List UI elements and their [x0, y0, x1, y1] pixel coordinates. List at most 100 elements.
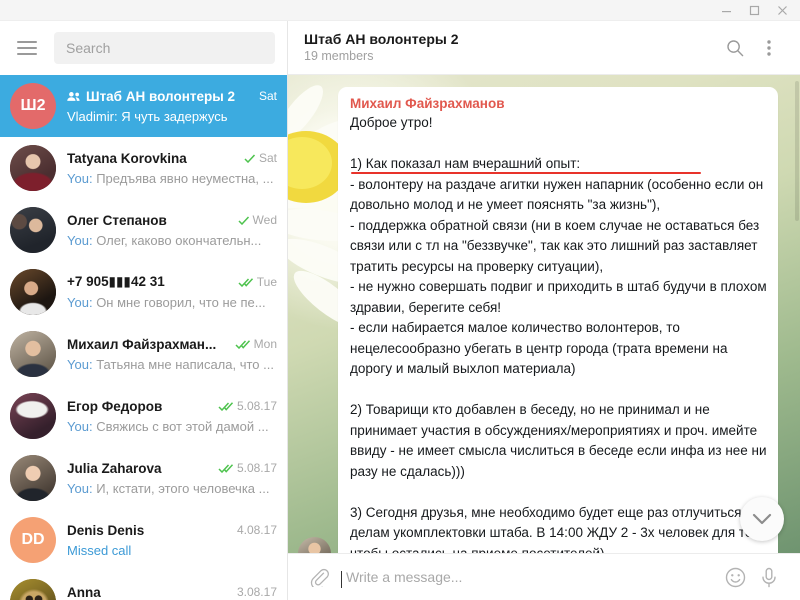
avatar	[10, 393, 56, 439]
text-caret	[341, 571, 342, 588]
chat-time: 3.08.17	[236, 585, 277, 599]
avatar-photo	[10, 579, 56, 600]
chat-time: 4.08.17	[236, 523, 277, 537]
double-check-icon	[218, 463, 234, 473]
avatar	[10, 331, 56, 377]
chat-list-item-mihail-fayzrahmanov[interactable]: Михаил Файзрахман... Mon You: Татьяна мн…	[0, 323, 287, 385]
chat-preview: You: Олег, каково окончательн...	[67, 232, 277, 250]
message-composer: Write a message...	[288, 553, 800, 600]
chat-preview-prefix: You:	[67, 356, 93, 372]
message-area[interactable]: Михаил Файзрахманов Доброе утро! 1) Как …	[288, 75, 800, 553]
chat-time: Tue	[256, 275, 277, 289]
microphone-icon[interactable]	[752, 560, 786, 594]
chat-name: Олег Степанов	[67, 212, 167, 228]
chat-preview-text: Свяжись с вот этой дамой ...	[96, 418, 269, 434]
chat-time: Mon	[253, 337, 277, 351]
double-check-icon	[235, 339, 251, 349]
more-actions-icon[interactable]	[752, 31, 786, 65]
emoji-icon[interactable]	[718, 560, 752, 594]
chat-preview: You: И, кстати, этого человечка ...	[67, 480, 277, 498]
chat-preview: Vladimir: Я чуть задержусь	[67, 108, 277, 126]
chat-preview-prefix: You:	[67, 480, 93, 496]
message-bubble[interactable]: Михаил Файзрахманов Доброе утро! 1) Как …	[338, 87, 778, 553]
chat-name: Штаб АН волонтеры 2	[86, 88, 236, 104]
chat-name: Tatyana Korovkina	[67, 150, 187, 166]
avatar-photo	[10, 331, 56, 377]
chat-time: Wed	[252, 213, 277, 227]
avatar	[10, 269, 56, 315]
double-check-icon	[238, 277, 254, 287]
avatar	[10, 207, 56, 253]
chat-name: Denis Denis	[67, 522, 145, 538]
chat-preview-prefix: You:	[67, 418, 93, 434]
avatar-photo	[10, 269, 56, 315]
chat-preview-text: Предъява явно неуместна, ...	[96, 170, 274, 186]
message-text: Доброе утро! 1) Как показал нам вчерашни…	[350, 115, 767, 553]
chat-name: Anna	[67, 584, 101, 600]
avatar: Ш2	[10, 83, 56, 129]
scroll-to-bottom-button[interactable]	[740, 497, 784, 541]
avatar-photo	[10, 207, 56, 253]
minimize-button[interactable]	[712, 0, 740, 21]
maximize-button[interactable]	[740, 0, 768, 21]
chat-preview-prefix: You:	[67, 170, 93, 186]
chat-name: Михаил Файзрахман...	[67, 336, 217, 352]
avatar-photo	[10, 145, 56, 191]
avatar-initials: DD	[21, 531, 45, 548]
chat-name: Егор Федоров	[67, 398, 163, 414]
chat-list-item-julia-zaharova[interactable]: Julia Zaharova 5.08.17 You: И, кстати, э…	[0, 447, 287, 509]
chat-list-item-denis-denis[interactable]: DD Denis Denis 4.08.17 Missed call	[0, 509, 287, 571]
hamburger-menu-icon[interactable]	[10, 31, 44, 65]
chat-list-item-anna[interactable]: Anna 3.08.17	[0, 571, 287, 600]
message-scrollbar[interactable]	[795, 81, 799, 221]
telegram-desktop-window: Search Ш2 Штаб АН волонтеры 2 Sat Vladim…	[0, 0, 800, 600]
chat-list-item-shtab-an-volontery-2[interactable]: Ш2 Штаб АН волонтеры 2 Sat Vladimir: Я ч…	[0, 75, 287, 137]
single-check-icon	[244, 153, 256, 163]
message-input-placeholder: Write a message...	[346, 569, 463, 585]
chat-preview: You: Татьяна мне написала, что ...	[67, 356, 277, 374]
chat-list-item-egor-fedorov[interactable]: Егор Федоров 5.08.17 You: Свяжись с вот …	[0, 385, 287, 447]
chat-time: Sat	[258, 151, 277, 165]
chat-time: Sat	[258, 89, 277, 103]
sidebar: Search Ш2 Штаб АН волонтеры 2 Sat Vladim…	[0, 21, 288, 600]
group-icon	[67, 91, 81, 102]
chat-name: Julia Zaharova	[67, 460, 162, 476]
chat-preview: You: Он мне говорил, что не пе...	[67, 294, 277, 312]
avatar: DD	[10, 517, 56, 563]
single-check-icon	[238, 215, 250, 225]
chat-list-item-oleg-stepanov[interactable]: Олег Степанов Wed You: Олег, каково окон…	[0, 199, 287, 261]
avatar	[10, 455, 56, 501]
chat-preview-text: Он мне говорил, что не пе...	[96, 294, 266, 310]
chat-preview-prefix: Vladimir:	[67, 108, 118, 124]
search-icon[interactable]	[718, 31, 752, 65]
chat-preview-text: Олег, каково окончательн...	[96, 232, 262, 248]
chat-list-item-tatyana-korovkina[interactable]: Tatyana Korovkina Sat You: Предъява явно…	[0, 137, 287, 199]
chat-preview-text: Я чуть задержусь	[121, 108, 228, 124]
chat-preview-text: И, кстати, этого человечка ...	[96, 480, 270, 496]
sidebar-toolbar: Search	[0, 21, 287, 75]
search-input[interactable]: Search	[54, 32, 275, 64]
search-placeholder: Search	[66, 40, 111, 56]
message-sender-name: Михаил Файзрахманов	[350, 96, 505, 111]
chat-preview: You: Предъява явно неуместна, ...	[67, 170, 277, 188]
message-input[interactable]: Write a message...	[341, 569, 710, 588]
chat-name: +7 905▮▮▮42 31	[67, 274, 165, 289]
chat-preview-text: Татьяна мне написала, что ...	[96, 356, 274, 372]
chat-preview: You: Свяжись с вот этой дамой ...	[67, 418, 277, 436]
chat-time: 5.08.17	[236, 399, 277, 413]
red-underline-annotation	[351, 172, 701, 174]
chat-preview-prefix: You:	[67, 232, 93, 248]
chat-list[interactable]: Ш2 Штаб АН волонтеры 2 Sat Vladimir: Я ч…	[0, 75, 287, 600]
double-check-icon	[218, 401, 234, 411]
message-sender-avatar[interactable]	[298, 537, 331, 553]
avatar	[10, 145, 56, 191]
attach-icon[interactable]	[302, 560, 336, 594]
avatar-photo	[10, 393, 56, 439]
chat-header: Штаб АН волонтеры 2 19 members	[288, 21, 800, 75]
chat-list-item-phone-number[interactable]: +7 905▮▮▮42 31 Tue You: Он мне говорил, …	[0, 261, 287, 323]
missed-call-label: Missed call	[67, 542, 132, 558]
avatar	[10, 579, 56, 600]
close-button[interactable]	[768, 0, 796, 21]
chat-preview-prefix: You:	[67, 294, 93, 310]
chat-preview: Missed call	[67, 542, 277, 560]
